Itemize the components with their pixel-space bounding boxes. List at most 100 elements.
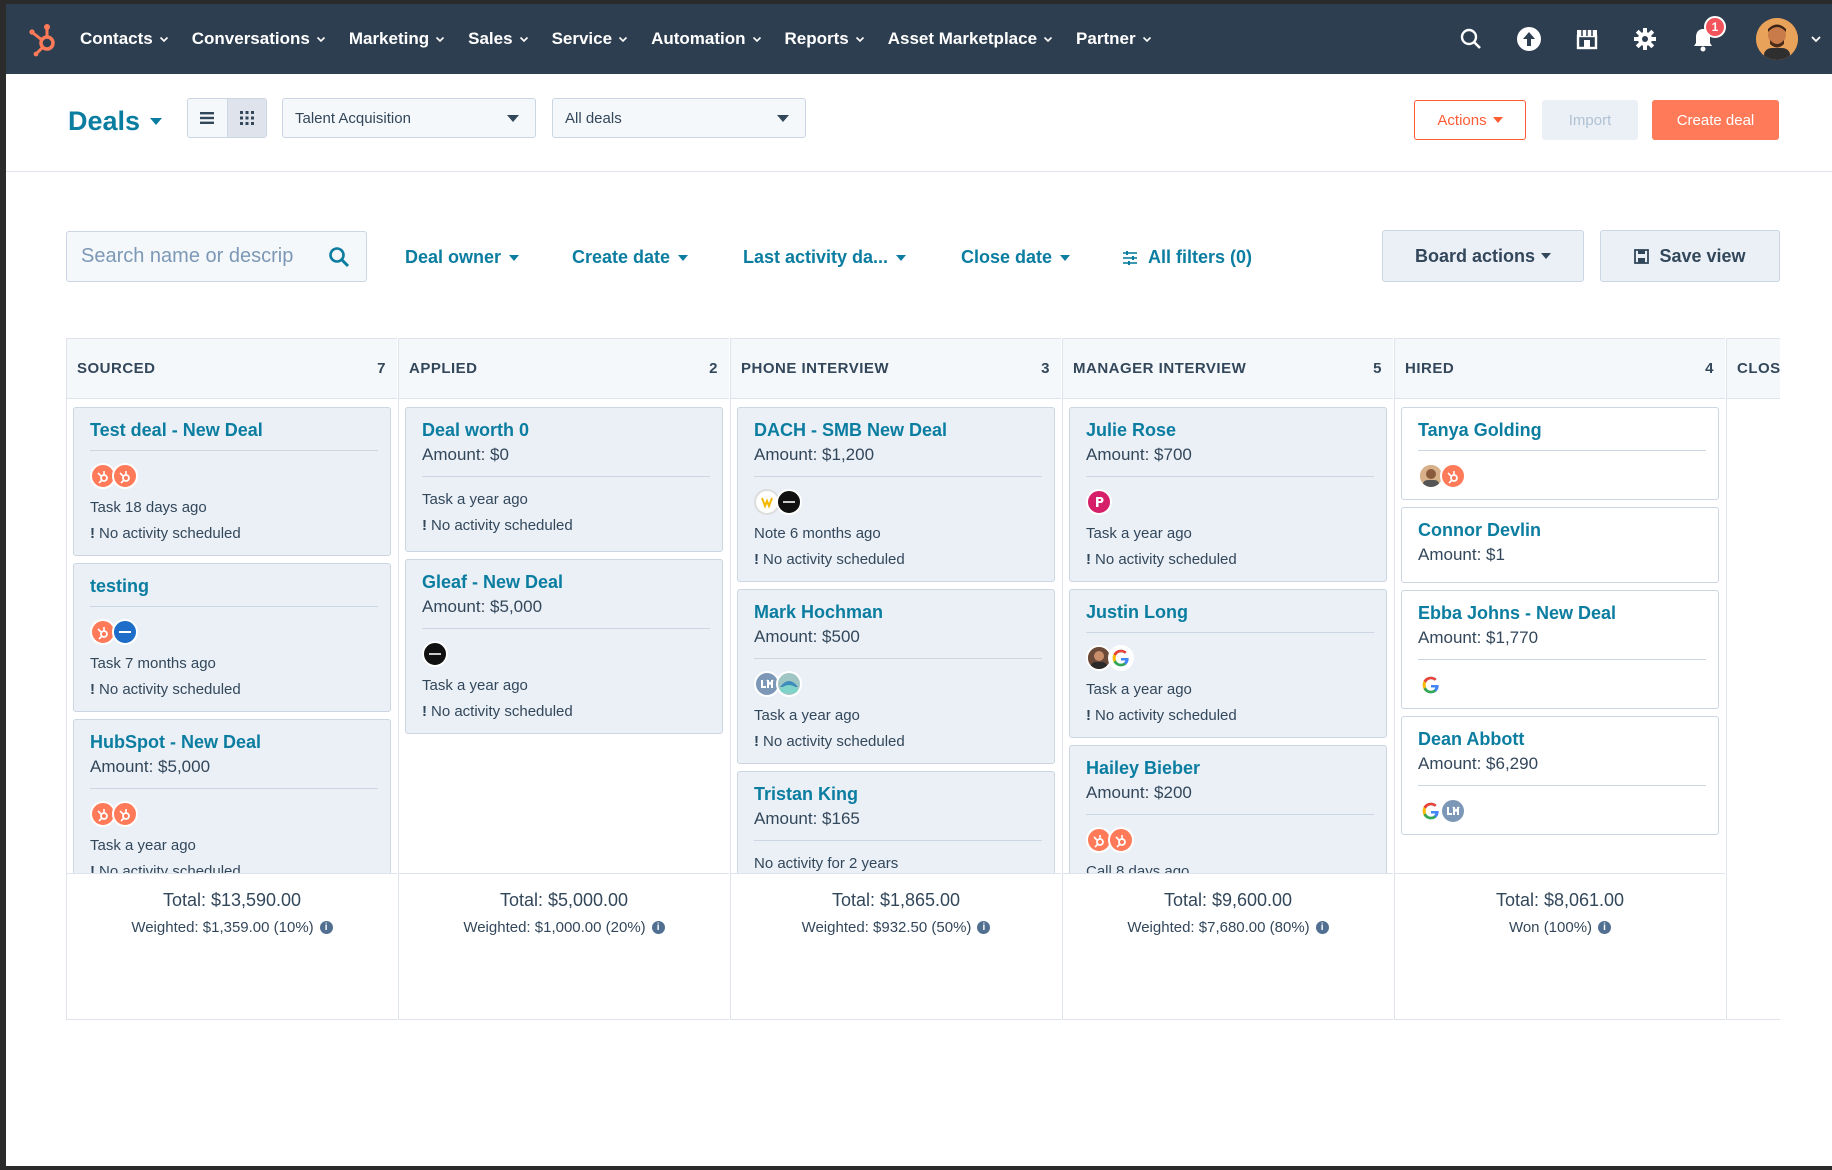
warning-exclamation-icon: ! — [754, 733, 759, 750]
deal-card-title[interactable]: testing — [90, 574, 374, 598]
pipeline-select[interactable]: Talent Acquisition — [282, 98, 536, 138]
column-weighted-row: Weighted: $1,000.00 (20%) i — [399, 919, 729, 936]
deal-card-title[interactable]: Connor Devlin — [1418, 518, 1702, 542]
search-input[interactable]: Search name or descrip — [66, 231, 367, 282]
nav-item-partner[interactable]: Partner — [1076, 29, 1152, 49]
deal-card[interactable]: Test deal - New Deal Task 18 days ago! No … — [73, 407, 391, 556]
search-icon[interactable] — [328, 246, 350, 268]
nav-item-service[interactable]: Service — [552, 29, 629, 49]
deal-card[interactable]: Tanya Golding — [1401, 407, 1719, 500]
info-icon[interactable]: i — [319, 921, 333, 934]
deal-card[interactable]: DACH - SMB New Deal Amount: $1,200 Note 6 … — [737, 407, 1055, 582]
deal-card[interactable]: Connor Devlin Amount: $1 — [1401, 507, 1719, 583]
search-icon[interactable] — [1456, 24, 1486, 54]
column-header[interactable]: HIRED 4 — [1395, 339, 1725, 399]
nav-item-asset-marketplace[interactable]: Asset Marketplace — [888, 29, 1053, 49]
warning-exclamation-icon: ! — [1086, 707, 1091, 724]
deal-card-title[interactable]: Julie Rose — [1086, 418, 1370, 442]
column-header[interactable]: CLOSI — [1727, 339, 1780, 399]
deal-card[interactable]: Julie Rose Amount: $700 Task a year ago! No… — [1069, 407, 1387, 582]
warning-exclamation-icon: ! — [90, 681, 95, 698]
deal-card[interactable]: testing Task 7 months ago! No activity sch… — [73, 563, 391, 712]
deal-card-title[interactable]: DACH - SMB New Deal — [754, 418, 1038, 442]
next-activity-text: No activity scheduled — [431, 517, 573, 534]
deal-card[interactable]: Gleaf - New Deal Amount: $5,000 Task a yea… — [405, 559, 723, 734]
column-header[interactable]: SOURCED 7 — [67, 339, 397, 399]
column-header[interactable]: MANAGER INTERVIEW 5 — [1063, 339, 1393, 399]
deal-card-title[interactable]: Justin Long — [1086, 600, 1370, 624]
deal-card[interactable]: Dean Abbott Amount: $6,290 — [1401, 716, 1719, 835]
nav-item-conversations[interactable]: Conversations — [192, 29, 326, 49]
column-weighted-row: Weighted: $932.50 (50%) i — [731, 919, 1061, 936]
deal-card-title[interactable]: Mark Hochman — [754, 600, 1038, 624]
deal-card-last-activity: Task a year ago — [90, 837, 196, 854]
hubspot-owner-avatar-icon — [1440, 463, 1466, 489]
create-date-filter[interactable]: Create date — [572, 247, 689, 268]
deal-card-title[interactable]: Tristan King — [754, 782, 1038, 806]
card-divider — [1418, 785, 1706, 786]
deal-card-title[interactable]: Hailey Bieber — [1086, 756, 1370, 780]
deal-card-title[interactable]: Ebba Johns - New Deal — [1418, 601, 1702, 625]
deal-card-next-activity: ! No activity scheduled — [1086, 703, 1370, 729]
actions-button[interactable]: Actions — [1414, 100, 1526, 140]
deal-card-title[interactable]: Test deal - New Deal — [90, 418, 374, 442]
deal-card[interactable]: Ebba Johns - New Deal Amount: $1,770 — [1401, 590, 1719, 709]
deal-owner-filter[interactable]: Deal owner — [405, 247, 520, 268]
deal-card-title[interactable]: Gleaf - New Deal — [422, 570, 706, 594]
account-chevron-down-icon[interactable] — [1810, 33, 1822, 45]
contact-avatar-icon — [1086, 489, 1112, 515]
pipeline-select-value: Talent Acquisition — [295, 109, 411, 127]
upgrade-icon[interactable] — [1514, 24, 1544, 54]
nav-item-sales[interactable]: Sales — [468, 29, 528, 49]
settings-gear-icon[interactable] — [1630, 24, 1660, 54]
save-view-button[interactable]: Save view — [1600, 230, 1780, 282]
deal-card[interactable]: Hailey Bieber Amount: $200 Call 8 days ago… — [1069, 745, 1387, 873]
deal-card-last-activity: Task a year ago — [1086, 681, 1192, 698]
nav-item-marketing[interactable]: Marketing — [349, 29, 445, 49]
deal-card-next-activity: ! No activity scheduled — [422, 699, 706, 725]
info-icon[interactable]: i — [977, 921, 991, 934]
nav-item-contacts[interactable]: Contacts — [80, 29, 169, 49]
associated-records — [1086, 825, 1370, 855]
deal-card[interactable]: Tristan King Amount: $165 No activity for … — [737, 771, 1055, 873]
deal-card-title[interactable]: Dean Abbott — [1418, 727, 1702, 751]
notifications-bell-icon[interactable]: 1 — [1688, 16, 1726, 54]
board-column: HIRED 4 Tanya Golding Connor Devlin Amount: … — [1394, 338, 1725, 1020]
deal-card-title[interactable]: Deal worth 0 — [422, 418, 706, 442]
next-activity-text: No activity scheduled — [431, 703, 573, 720]
marketplace-icon[interactable] — [1572, 24, 1602, 54]
view-select[interactable]: All deals — [552, 98, 806, 138]
column-header[interactable]: APPLIED 2 — [399, 339, 729, 399]
all-filters-button[interactable]: All filters (0) — [1122, 247, 1252, 268]
board-view-icon[interactable] — [226, 99, 266, 137]
google-logo-icon — [1418, 672, 1444, 698]
company-logo-avatar-icon — [112, 619, 138, 645]
close-date-filter-label: Close date — [961, 247, 1053, 267]
list-view-icon[interactable] — [188, 99, 227, 137]
deal-card[interactable]: HubSpot - New Deal Amount: $5,000 Task a y… — [73, 719, 391, 873]
deals-object-switcher[interactable]: Deals — [68, 106, 163, 137]
column-header[interactable]: PHONE INTERVIEW 3 — [731, 339, 1061, 399]
info-icon[interactable]: i — [1315, 921, 1329, 934]
nav-item-reports[interactable]: Reports — [785, 29, 865, 49]
close-date-filter[interactable]: Close date — [961, 247, 1071, 268]
import-button[interactable]: Import — [1542, 100, 1638, 140]
deal-card[interactable]: Deal worth 0 Amount: $0 Task a year ago! No… — [405, 407, 723, 552]
column-total: Total: $8,061.00 — [1495, 890, 1625, 910]
nav-item-automation[interactable]: Automation — [651, 29, 761, 49]
deal-card[interactable]: Justin Long Task a year ago ! No activity s… — [1069, 589, 1387, 738]
associated-records — [1418, 796, 1702, 826]
board-actions-button[interactable]: Board actions — [1382, 230, 1584, 282]
info-icon[interactable]: i — [1598, 921, 1612, 934]
info-icon[interactable]: i — [651, 921, 665, 934]
warning-exclamation-icon: ! — [422, 703, 427, 720]
create-deal-button[interactable]: Create deal — [1652, 100, 1779, 140]
deal-card-title[interactable]: HubSpot - New Deal — [90, 730, 374, 754]
hubspot-logo-icon[interactable] — [24, 19, 64, 59]
last-activity-filter[interactable]: Last activity da... — [743, 247, 907, 268]
user-avatar[interactable] — [1756, 18, 1798, 60]
associated-records — [1086, 487, 1370, 517]
deal-card-title[interactable]: Tanya Golding — [1418, 418, 1702, 442]
deal-card-amount: Amount: $1 — [1418, 545, 1505, 564]
deal-card[interactable]: Mark Hochman Amount: $500 Task a year ago!… — [737, 589, 1055, 764]
